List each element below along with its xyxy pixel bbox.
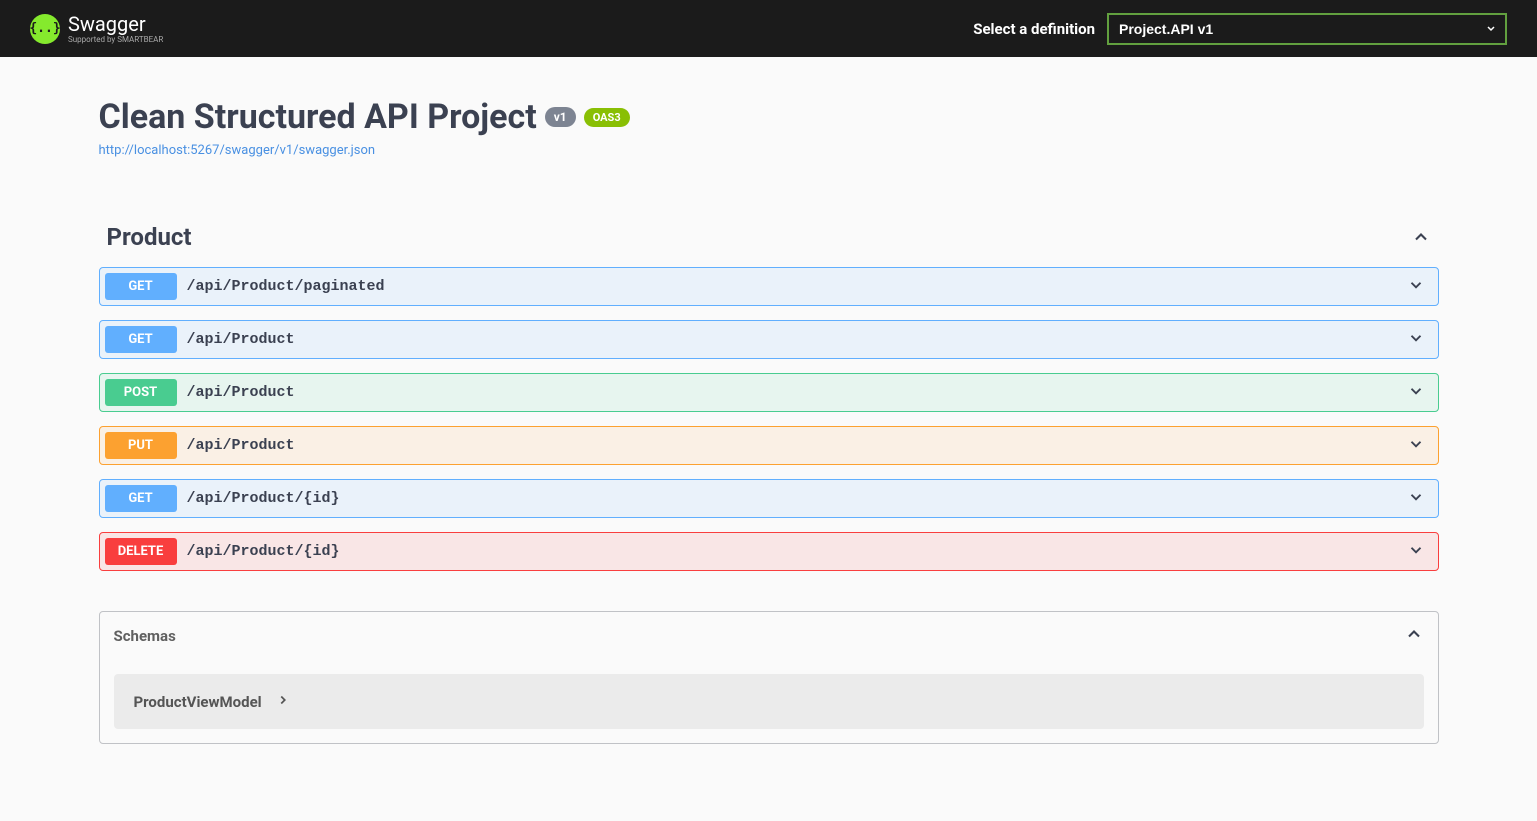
swagger-logo-subtext: Supported by SMARTBEAR bbox=[68, 36, 163, 44]
chevron-down-icon bbox=[1407, 276, 1425, 298]
operation-block[interactable]: DELETE /api/Product/{id} bbox=[99, 532, 1439, 571]
operation-summary[interactable]: GET /api/Product/paginated bbox=[100, 268, 1438, 305]
operation-path: /api/Product bbox=[187, 437, 1407, 454]
schemas-title: Schemas bbox=[114, 627, 176, 645]
operation-summary[interactable]: DELETE /api/Product/{id} bbox=[100, 533, 1438, 570]
version-badge: v1 bbox=[545, 107, 576, 127]
method-badge-delete: DELETE bbox=[105, 538, 177, 565]
swagger-logo-icon: {..} bbox=[30, 14, 60, 44]
method-badge-put: PUT bbox=[105, 432, 177, 459]
tag-header[interactable]: Product bbox=[99, 213, 1439, 261]
definition-label: Select a definition bbox=[973, 20, 1095, 38]
api-header: Clean Structured API Project v1 OAS3 htt… bbox=[99, 97, 1439, 158]
swagger-logo[interactable]: {..} Swagger Supported by SMARTBEAR bbox=[30, 14, 163, 44]
model-row[interactable]: ProductViewModel bbox=[114, 674, 1424, 729]
topbar-right: Select a definition Project.API v1 bbox=[973, 13, 1507, 45]
operation-summary[interactable]: GET /api/Product bbox=[100, 321, 1438, 358]
operation-block[interactable]: GET /api/Product/paginated bbox=[99, 267, 1439, 306]
operation-summary[interactable]: GET /api/Product/{id} bbox=[100, 480, 1438, 517]
operation-summary[interactable]: PUT /api/Product bbox=[100, 427, 1438, 464]
operation-block[interactable]: PUT /api/Product bbox=[99, 426, 1439, 465]
schemas-header[interactable]: Schemas bbox=[100, 612, 1438, 660]
model-name: ProductViewModel bbox=[134, 693, 262, 711]
topbar: {..} Swagger Supported by SMARTBEAR Sele… bbox=[0, 0, 1537, 57]
api-title: Clean Structured API Project bbox=[99, 97, 537, 137]
method-badge-get: GET bbox=[105, 273, 177, 300]
operation-path: /api/Product bbox=[187, 331, 1407, 348]
operation-path: /api/Product bbox=[187, 384, 1407, 401]
chevron-up-icon bbox=[1411, 227, 1431, 247]
chevron-down-icon bbox=[1407, 488, 1425, 510]
method-badge-get: GET bbox=[105, 485, 177, 512]
operation-block[interactable]: POST /api/Product bbox=[99, 373, 1439, 412]
schemas-body: ProductViewModel bbox=[100, 660, 1438, 743]
operation-path: /api/Product/paginated bbox=[187, 278, 1407, 295]
swagger-json-link[interactable]: http://localhost:5267/swagger/v1/swagger… bbox=[99, 143, 376, 158]
method-badge-post: POST bbox=[105, 379, 177, 406]
topbar-left: {..} Swagger Supported by SMARTBEAR bbox=[30, 14, 163, 44]
chevron-down-icon bbox=[1407, 435, 1425, 457]
definition-select-wrap: Project.API v1 bbox=[1107, 13, 1507, 45]
operations-list: GET /api/Product/paginated GET /api/Prod… bbox=[99, 267, 1439, 571]
chevron-up-icon bbox=[1404, 624, 1424, 648]
operation-summary[interactable]: POST /api/Product bbox=[100, 374, 1438, 411]
schemas-section: Schemas ProductViewModel bbox=[99, 611, 1439, 744]
swagger-logo-text: Swagger bbox=[68, 14, 163, 34]
operation-path: /api/Product/{id} bbox=[187, 490, 1407, 507]
oas-badge: OAS3 bbox=[584, 108, 630, 127]
method-badge-get: GET bbox=[105, 326, 177, 353]
operation-path: /api/Product/{id} bbox=[187, 543, 1407, 560]
chevron-down-icon bbox=[1407, 382, 1425, 404]
definition-select[interactable]: Project.API v1 bbox=[1107, 13, 1507, 45]
chevron-down-icon bbox=[1407, 329, 1425, 351]
chevron-down-icon bbox=[1407, 541, 1425, 563]
operation-block[interactable]: GET /api/Product bbox=[99, 320, 1439, 359]
tag-section-product: Product GET /api/Product/paginated GET /… bbox=[99, 213, 1439, 571]
operation-block[interactable]: GET /api/Product/{id} bbox=[99, 479, 1439, 518]
tag-name: Product bbox=[107, 223, 192, 251]
main-container: Clean Structured API Project v1 OAS3 htt… bbox=[69, 57, 1469, 774]
chevron-right-icon bbox=[276, 692, 290, 711]
swagger-logo-text-wrap: Swagger Supported by SMARTBEAR bbox=[68, 14, 163, 44]
